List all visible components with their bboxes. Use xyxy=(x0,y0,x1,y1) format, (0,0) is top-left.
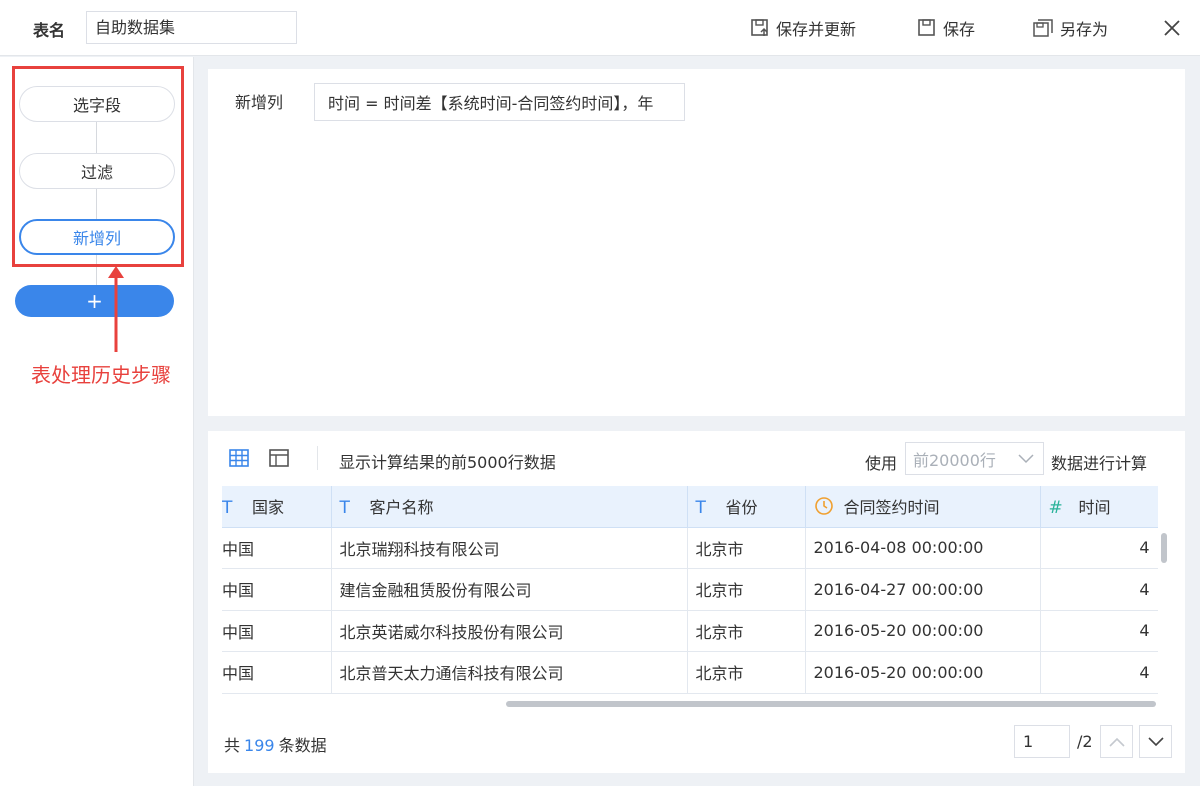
save-and-update-label: 保存并更新 xyxy=(776,20,857,39)
page-number-input[interactable]: 1 xyxy=(1014,725,1070,758)
annotation-arrow-icon xyxy=(108,266,124,352)
table-cell: 中国 xyxy=(222,527,332,569)
formula-input[interactable]: 时间 = 时间差【系统时间-合同签约时间】，年 xyxy=(314,83,685,121)
history-steps-panel: 选字段 过滤 新增列 + 表处理历史步骤 xyxy=(0,57,194,786)
table-cell: 中国 xyxy=(222,610,332,652)
table-cell: 4 xyxy=(1040,527,1158,569)
table-cell: 北京市 xyxy=(687,527,806,569)
table-cell: 北京瑞翔科技有限公司 xyxy=(331,527,688,569)
column-header-label: 国家 xyxy=(252,498,285,518)
table-row: 中国 北京瑞翔科技有限公司 北京市 2016-04-08 00:00:00 4 xyxy=(222,527,1158,569)
save-as-label: 另存为 xyxy=(1060,20,1109,39)
horizontal-scrollbar-thumb[interactable] xyxy=(506,701,1156,707)
table-cell: 4 xyxy=(1040,651,1158,694)
column-header-label: 时间 xyxy=(1078,498,1111,518)
table-name-label: 表名 xyxy=(33,21,66,40)
table-cell: 2016-05-20 00:00:00 xyxy=(805,610,1041,652)
total-suffix: 条数据 xyxy=(278,736,327,755)
clock-icon xyxy=(814,496,836,518)
save-icon xyxy=(918,19,935,36)
page-total: /2 xyxy=(1077,732,1093,751)
total-count: 199 xyxy=(244,736,275,755)
preview-info-text: 显示计算结果的前5000行数据 xyxy=(339,453,556,472)
table-row: 中国 北京英诺威尔科技股份有限公司 北京市 2016-05-20 00:00:0… xyxy=(222,610,1158,652)
total-prefix: 共 xyxy=(224,736,241,755)
chevron-down-icon xyxy=(1018,454,1034,464)
total-count-text: 共 199 条数据 xyxy=(224,732,327,756)
table-row: 中国 北京普天太力通信科技有限公司 北京市 2016-05-20 00:00:0… xyxy=(222,651,1158,694)
table-cell: 中国 xyxy=(222,651,332,694)
data-preview-panel: 显示计算结果的前5000行数据 使用 前20000行 数据进行计算 T 国家 T客… xyxy=(208,431,1185,773)
column-header-label: 客户名称 xyxy=(369,498,434,518)
toolbar-divider xyxy=(317,446,318,470)
save-update-icon xyxy=(751,19,768,36)
table-cell: 北京普天太力通信科技有限公司 xyxy=(331,651,688,694)
table-cell: 建信金融租赁股份有限公司 xyxy=(331,568,688,611)
calc-label: 数据进行计算 xyxy=(1051,454,1148,473)
column-header[interactable]: T 国家 xyxy=(222,486,332,528)
add-step-button[interactable]: + xyxy=(15,285,174,317)
prev-page-button[interactable] xyxy=(1100,725,1133,758)
formula-panel: 新增列 时间 = 时间差【系统时间-合同签约时间】，年 xyxy=(208,69,1185,416)
save-as-icon xyxy=(1033,19,1053,37)
save-label: 保存 xyxy=(943,20,976,39)
column-header[interactable]: # 时间 xyxy=(1040,486,1158,528)
table-header-row: T 国家 T 客户名称 T 省份 合同签约时间 # 时间 xyxy=(222,486,1158,528)
top-bar: 表名 自助数据集 保存并更新 保存 另存为 xyxy=(0,0,1200,56)
column-header[interactable]: T 客户名称 xyxy=(331,486,688,528)
column-header[interactable]: 合同签约时间 xyxy=(805,486,1041,528)
table-cell: 4 xyxy=(1040,610,1158,652)
data-table: T 国家 T 客户名称 T 省份 合同签约时间 # 时间 中国 北京瑞翔科技有限… xyxy=(222,486,1158,699)
annotation-highlight-box xyxy=(12,66,184,267)
save-as-button[interactable]: 另存为 xyxy=(1032,16,1108,40)
text-type-icon: T xyxy=(695,498,706,519)
horizontal-scrollbar[interactable] xyxy=(222,699,1158,709)
save-button[interactable]: 保存 xyxy=(917,16,975,40)
table-name-input[interactable]: 自助数据集 xyxy=(86,11,297,44)
table-cell: 北京市 xyxy=(687,651,806,694)
table-cell: 2016-05-20 00:00:00 xyxy=(805,651,1041,694)
annotation-text: 表处理历史步骤 xyxy=(31,363,171,387)
table-cell: 2016-04-27 00:00:00 xyxy=(805,568,1041,611)
table-cell: 中国 xyxy=(222,568,332,611)
number-type-icon: # xyxy=(1048,498,1063,519)
column-header[interactable]: T 省份 xyxy=(687,486,806,528)
plus-icon: + xyxy=(86,289,103,313)
chevron-up-icon xyxy=(1108,737,1125,747)
grid-view-icon[interactable] xyxy=(228,447,250,469)
column-header-label: 省份 xyxy=(725,498,758,518)
formula-label: 新增列 xyxy=(235,93,284,112)
use-label: 使用 xyxy=(865,454,898,473)
vertical-scrollbar[interactable] xyxy=(1159,529,1169,697)
next-page-button[interactable] xyxy=(1139,725,1172,758)
chevron-down-icon xyxy=(1147,736,1164,746)
save-and-update-button[interactable]: 保存并更新 xyxy=(750,16,856,40)
row-count-select[interactable]: 前20000行 xyxy=(905,442,1044,475)
row-count-value: 前20000行 xyxy=(913,450,996,470)
text-type-icon: T xyxy=(339,498,350,519)
table-cell: 2016-04-08 00:00:00 xyxy=(805,527,1041,569)
table-cell: 北京市 xyxy=(687,610,806,652)
table-cell: 4 xyxy=(1040,568,1158,611)
table-row: 中国 建信金融租赁股份有限公司 北京市 2016-04-27 00:00:00 … xyxy=(222,568,1158,611)
vertical-scrollbar-thumb[interactable] xyxy=(1161,533,1167,563)
layout-view-icon[interactable] xyxy=(268,447,290,469)
table-cell: 北京英诺威尔科技股份有限公司 xyxy=(331,610,688,652)
text-type-icon: T xyxy=(222,498,233,519)
column-header-label: 合同签约时间 xyxy=(843,498,940,518)
close-icon[interactable] xyxy=(1161,17,1183,39)
table-cell: 北京市 xyxy=(687,568,806,611)
